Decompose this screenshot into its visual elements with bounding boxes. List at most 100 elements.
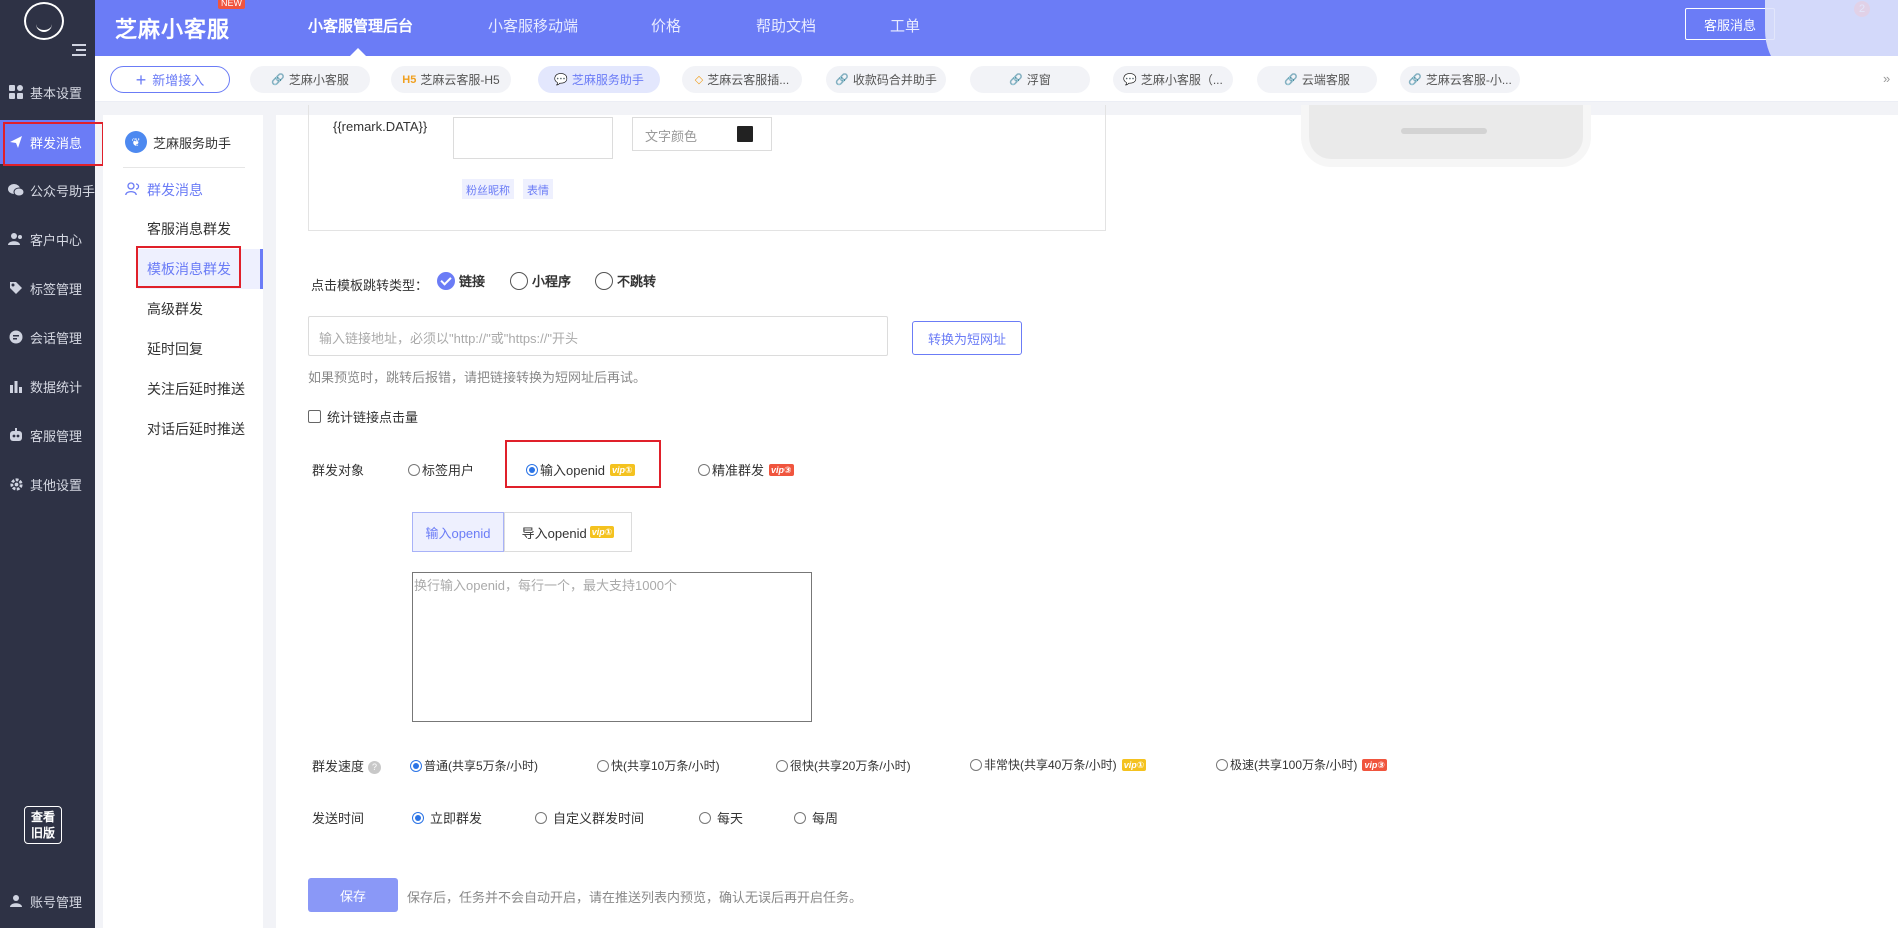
send-weekly-option[interactable]: 每周 [794, 808, 838, 827]
sidebar-item-label: 标签管理 [30, 281, 83, 297]
highlight-box [505, 440, 661, 488]
radio-icon[interactable] [1216, 758, 1228, 771]
remark-input[interactable] [453, 117, 613, 159]
speed-normal-option[interactable]: 普通(共享5万条/小时) [410, 757, 538, 774]
phone-preview [1301, 105, 1591, 167]
sidebar-item-other-settings[interactable]: 其他设置 [0, 462, 95, 506]
sidebar-item-tag-management[interactable]: 标签管理 [0, 266, 95, 310]
checkbox-icon[interactable] [308, 410, 321, 423]
sidebar-item-kefu-management[interactable]: 客服管理 [0, 413, 95, 457]
nav-mobile[interactable]: 小客服移动端 [488, 15, 578, 36]
target-precise-option[interactable]: 精准群发 vip③ [698, 460, 794, 479]
subnav-group-mass-message[interactable]: 群发消息 [125, 180, 203, 200]
tab-input-openid[interactable]: 输入openid [412, 512, 504, 552]
nav-help-docs[interactable]: 帮助文档 [756, 15, 816, 36]
jump-type-link-option[interactable]: 链接 [437, 271, 485, 290]
send-time-label: 发送时间 [312, 811, 365, 826]
h5-icon: H5 [402, 73, 417, 86]
sidebar-item-mass-message[interactable]: 群发消息 [0, 120, 104, 166]
sidebar-item-label: 数据统计 [30, 379, 83, 395]
channel-tab[interactable]: 🔗 云端客服 [1257, 66, 1377, 93]
tab-import-openid-label: 导入openid [521, 525, 587, 541]
logo-icon [24, 2, 64, 40]
channel-tab[interactable]: 🔗 芝麻云客服-小... [1400, 66, 1520, 93]
tab-import-openid[interactable]: 导入openid vip① [504, 512, 632, 552]
jump-type-none-label: 不跳转 [617, 274, 657, 289]
url-input[interactable]: 输入链接地址，必须以"http://"或"https://"开头 [308, 316, 888, 356]
channel-tab[interactable]: H5 芝麻云客服-H5 [391, 66, 511, 93]
sidebar-item-account[interactable]: 账号管理 [0, 879, 95, 923]
nav-pricing[interactable]: 价格 [651, 15, 681, 36]
stat-click-checkbox[interactable]: 统计链接点击量 [308, 407, 418, 426]
account-header: ❦ 芝麻服务助手 [125, 131, 231, 153]
convert-short-url-button[interactable]: 转换为短网址 [912, 321, 1022, 355]
channel-tab[interactable]: 🔗 芝麻小客服 [250, 66, 370, 93]
send-daily-option[interactable]: 每天 [699, 808, 743, 827]
channel-tab[interactable]: 🔗 收款码合并助手 [826, 66, 946, 93]
sidebar-item-session-management[interactable]: 会话管理 [0, 315, 95, 359]
channel-tab-label: 收款码合并助手 [852, 73, 937, 87]
radio-checked-icon[interactable] [437, 271, 455, 290]
radio-icon[interactable] [698, 463, 710, 476]
grid-icon [8, 84, 24, 100]
sidebar-item-basic-settings[interactable]: 基本设置 [0, 70, 95, 114]
send-now-option[interactable]: 立即群发 [412, 808, 482, 827]
jump-type-none-option[interactable]: 不跳转 [595, 271, 656, 290]
subnav-item-chat-delay-push[interactable]: 对话后延时推送 [147, 419, 245, 439]
help-icon[interactable]: ? [368, 761, 382, 775]
radio-icon[interactable] [595, 271, 613, 290]
speed-extremely-fast-option[interactable]: 非常快(共享40万条/小时) vip① [970, 756, 1147, 773]
speed-fast-option[interactable]: 快(共享10万条/小时) [597, 757, 720, 774]
subnav-item-kefu-mass[interactable]: 客服消息群发 [147, 219, 231, 239]
nav-ticket[interactable]: 工单 [890, 15, 920, 36]
send-weekly-label: 每周 [812, 811, 839, 826]
chat-icon [8, 329, 24, 345]
radio-checked-icon[interactable] [410, 759, 422, 772]
tag-icon [8, 280, 24, 296]
text-color-picker[interactable]: 文字颜色 [632, 117, 772, 151]
channel-tab[interactable]: ◇ 芝麻云客服插... [682, 66, 802, 93]
radio-checked-icon[interactable] [412, 811, 424, 824]
channel-tab[interactable]: 🔗 浮窗 [970, 66, 1090, 93]
channel-tab-active[interactable]: 💬 芝麻服务助手 [538, 66, 660, 93]
remark-field-label: {{remark.DATA}} [333, 119, 428, 134]
user-icon [8, 893, 24, 909]
jump-type-miniprogram-option[interactable]: 小程序 [510, 271, 571, 290]
subnav-item-advanced-mass[interactable]: 高级群发 [147, 299, 203, 319]
openid-textarea[interactable]: 换行输入openid，每行一个，最大支持1000个 [412, 572, 812, 722]
channel-tab[interactable]: 💬 芝麻小客服（... [1113, 66, 1233, 93]
radio-icon[interactable] [970, 758, 982, 771]
sidebar-item-customer-center[interactable]: 客户中心 [0, 217, 95, 261]
radio-icon[interactable] [535, 811, 547, 824]
add-channel-button[interactable]: + 新增接入 [110, 66, 230, 93]
subnav-group-label: 群发消息 [147, 182, 203, 198]
speed-max-option[interactable]: 极速(共享100万条/小时) vip③ [1216, 756, 1387, 773]
radio-icon[interactable] [699, 811, 711, 824]
radio-icon[interactable] [597, 759, 609, 772]
menu-collapse-icon[interactable] [72, 44, 86, 56]
send-custom-time-option[interactable]: 自定义群发时间 [535, 808, 644, 827]
sidebar-item-statistics[interactable]: 数据统计 [0, 364, 95, 408]
add-channel-label: 新增接入 [152, 73, 205, 88]
subnav-item-follow-delay-push[interactable]: 关注后延时推送 [147, 379, 245, 399]
sidebar-item-official-assistant[interactable]: 公众号助手 [0, 168, 95, 212]
target-tag-users-option[interactable]: 标签用户 [408, 460, 474, 479]
kefu-message-button[interactable]: 客服消息 [1685, 8, 1775, 40]
channel-tab-label: 芝麻服务助手 [571, 73, 644, 87]
nav-admin-backend[interactable]: 小客服管理后台 [308, 15, 413, 36]
insert-emoji-tag[interactable]: 表情 [523, 179, 553, 199]
subnav-item-delayed-reply[interactable]: 延时回复 [147, 339, 203, 359]
color-swatch[interactable] [737, 126, 753, 142]
radio-icon[interactable] [794, 811, 806, 824]
speed-very-fast-option[interactable]: 很快(共享20万条/小时) [776, 757, 911, 774]
radio-icon[interactable] [510, 271, 528, 290]
save-button[interactable]: 保存 [308, 878, 398, 912]
insert-fans-nickname-tag[interactable]: 粉丝昵称 [462, 179, 514, 199]
radio-icon[interactable] [408, 463, 420, 476]
link-icon: 🔗 [835, 74, 849, 86]
target-precise-label: 精准群发 [712, 463, 765, 478]
radio-icon[interactable] [776, 759, 788, 772]
scroll-right-icon[interactable]: » [1883, 71, 1890, 86]
channel-tab-label: 芝麻云客服-H5 [420, 73, 500, 87]
view-old-version-button[interactable]: 查看 旧版 [24, 806, 62, 844]
